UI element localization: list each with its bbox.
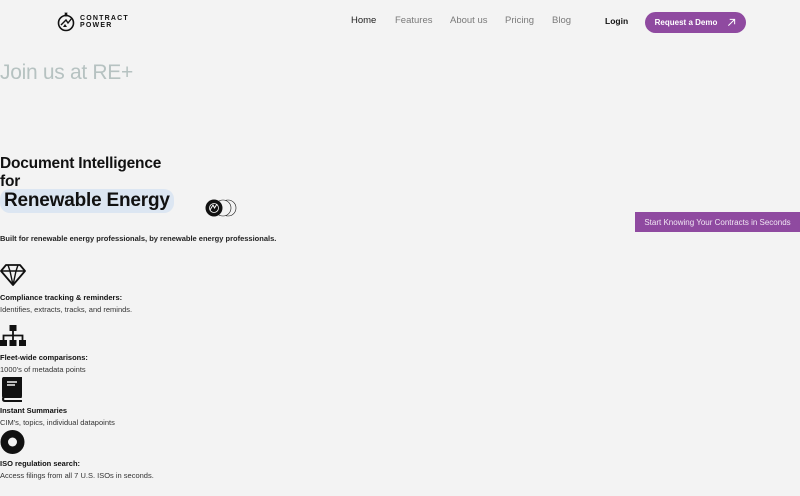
header: CONTRACT POWER Home Features About us Pr…: [0, 0, 800, 44]
hero-title-line-1: Document Intelligence: [0, 155, 162, 172]
feature-description: Identifies, extracts, tracks, and remind…: [0, 305, 133, 314]
request-demo-label: Request a Demo: [654, 18, 718, 27]
nav-blog[interactable]: Blog: [552, 15, 571, 26]
announcement-heading[interactable]: Join us at RE+: [0, 61, 133, 85]
feature-description: CIM's, topics, individual datapoints: [0, 418, 115, 427]
record-icon: [0, 430, 25, 454]
sitemap-icon: [0, 325, 26, 346]
feature-title: Instant Summaries: [0, 406, 68, 415]
feature-title: ISO regulation search:: [0, 459, 81, 468]
nav-features[interactable]: Features: [395, 15, 433, 26]
start-knowing-contracts-button[interactable]: Start Knowing Your Contracts in Seconds: [635, 212, 800, 232]
arrow-up-right-icon: [728, 18, 736, 27]
nav-about-us[interactable]: About us: [450, 15, 488, 26]
feature-title: Fleet-wide comparisons:: [0, 353, 88, 362]
brand-name: CONTRACT POWER: [80, 15, 129, 29]
request-demo-button[interactable]: Request a Demo: [645, 12, 746, 33]
book-icon: [2, 377, 22, 402]
nav-pricing[interactable]: Pricing: [505, 15, 534, 26]
login-link[interactable]: Login: [605, 16, 628, 26]
hero-tagline: Built for renewable energy professionals…: [0, 234, 277, 243]
feature-title: Compliance tracking & reminders:: [0, 293, 123, 302]
diamond-icon: [0, 264, 26, 286]
feature-description: 1000's of metadata points: [0, 365, 86, 374]
hero-title: Document Intelligence for: [0, 155, 161, 191]
hero-highlight: Renewable Energy: [0, 189, 174, 213]
brand-logo[interactable]: CONTRACT POWER: [56, 12, 129, 32]
logo-icon: [57, 12, 75, 32]
nav-home[interactable]: Home: [351, 15, 376, 26]
feature-description: Access filings from all 7 U.S. ISOs in s…: [0, 471, 154, 480]
rotating-icons: [205, 199, 237, 217]
